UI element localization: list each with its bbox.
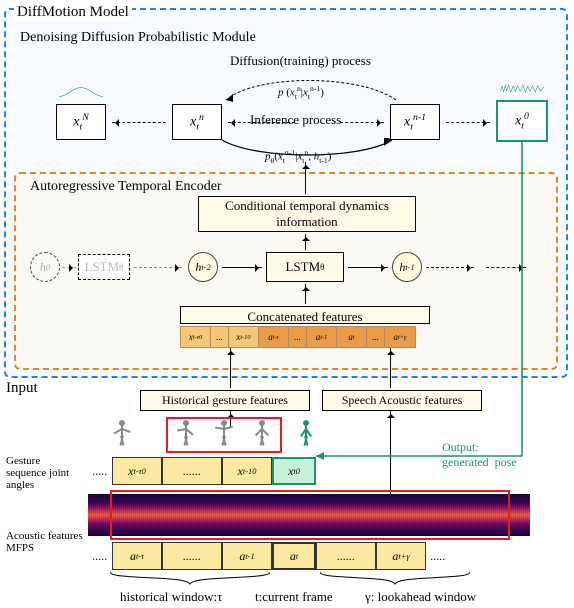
xN-label: xtN <box>73 112 89 132</box>
box-xN: xtN <box>56 104 106 140</box>
h0-circle: h0 <box>30 252 60 282</box>
inference-label: Inference process <box>250 112 341 128</box>
box-xn: xtn <box>172 104 222 140</box>
gesture-row: ..... xt-τ0 ...... xt-10 xt0 <box>88 457 316 485</box>
xnm1-label: xtn-1 <box>404 112 426 132</box>
acoustic-side-label: Acoustic features MFPS <box>6 530 86 554</box>
current-frame-label: t:current frame <box>255 589 333 605</box>
hist-figures-highlight <box>166 417 282 453</box>
hist-window-label: historical window:τ <box>120 589 222 605</box>
input-section: Input <box>6 380 38 397</box>
pose-icon <box>108 420 136 452</box>
model-title: DiffMotion Model <box>14 4 132 21</box>
feedback-path <box>316 140 546 480</box>
audio-highlight <box>110 490 510 540</box>
forward-label: Diffusion(training) process <box>230 53 371 69</box>
hist-features-box: Historical gesture features <box>140 390 310 411</box>
hist-features-label: Historical gesture features <box>162 393 288 408</box>
htm2-circle: ht-2 <box>188 252 218 282</box>
acoustic-row: ..... at-τ ...... at-1 at ...... at+γ ..… <box>88 542 450 570</box>
box-x0: xt0 <box>496 100 548 142</box>
diffusion-title: Denoising Diffusion Probabilistic Module <box>12 26 264 50</box>
box-xnm1: xtn-1 <box>390 104 440 140</box>
xn-label: xtn <box>190 112 204 132</box>
gesture-side-label: Gesture sequence joint angles <box>6 455 76 491</box>
lstm-phantom: LSTMθ <box>78 254 130 280</box>
lookahead-label: γ: lookahead window <box>365 589 476 605</box>
x0-label: xt0 <box>515 111 529 131</box>
forward-dist: p (xtn|xtn-1) <box>278 84 324 101</box>
